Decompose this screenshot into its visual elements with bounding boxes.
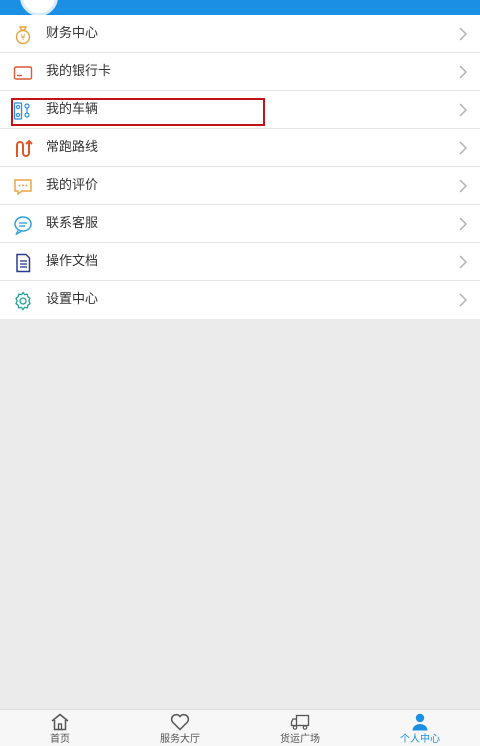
chevron-right-icon xyxy=(459,179,468,193)
svg-text:¥: ¥ xyxy=(20,33,25,42)
menu-item-label: 财务中心 xyxy=(46,26,99,41)
heart-icon xyxy=(170,713,190,731)
menu-item-frequent-routes[interactable]: 常跑路线 xyxy=(0,129,480,167)
home-icon xyxy=(51,713,69,731)
user-icon xyxy=(412,713,428,731)
tab-service-hall[interactable]: 服务大厅 xyxy=(120,710,240,746)
chevron-right-icon xyxy=(459,141,468,155)
tab-label: 服务大厅 xyxy=(160,734,200,745)
chevron-right-icon xyxy=(459,217,468,231)
chevron-right-icon xyxy=(459,255,468,269)
vehicle-icon xyxy=(12,100,34,122)
tab-freight-square[interactable]: 货运广场 xyxy=(240,710,360,746)
menu-item-my-reviews[interactable]: 我的评价 xyxy=(0,167,480,205)
chevron-right-icon xyxy=(459,27,468,41)
menu-item-bank-card[interactable]: 我的银行卡 xyxy=(0,53,480,91)
comment-icon xyxy=(12,176,34,198)
route-icon xyxy=(12,138,34,160)
menu-item-finance[interactable]: ¥ 财务中心 xyxy=(0,15,480,53)
tab-label: 个人中心 xyxy=(400,734,440,745)
menu-item-label: 常跑路线 xyxy=(46,140,99,155)
menu-item-label: 我的银行卡 xyxy=(46,64,112,79)
chevron-right-icon xyxy=(459,293,468,307)
money-bag-icon: ¥ xyxy=(12,24,34,46)
avatar[interactable] xyxy=(20,0,58,15)
chat-icon xyxy=(12,214,34,236)
menu-item-settings[interactable]: 设置中心 xyxy=(0,281,480,319)
menu-list: ¥ 财务中心 我的银行卡 我的车辆 常跑路线 我的评价 联系客服 操作文档 设置… xyxy=(0,15,480,319)
tab-label: 首页 xyxy=(50,734,70,745)
tab-home[interactable]: 首页 xyxy=(0,710,120,746)
gear-icon xyxy=(12,290,34,312)
bottom-tab-bar: 首页 服务大厅 货运广场 个人中心 xyxy=(0,709,480,746)
tab-personal-center[interactable]: 个人中心 xyxy=(360,710,480,746)
bank-card-icon xyxy=(12,62,34,84)
document-icon xyxy=(12,252,34,274)
menu-item-label: 联系客服 xyxy=(46,216,99,231)
menu-item-label: 我的评价 xyxy=(46,178,99,193)
menu-item-label: 设置中心 xyxy=(46,292,99,307)
tab-label: 货运广场 xyxy=(280,734,320,745)
menu-item-documentation[interactable]: 操作文档 xyxy=(0,243,480,281)
menu-item-label: 操作文档 xyxy=(46,254,99,269)
profile-header xyxy=(0,0,480,15)
chevron-right-icon xyxy=(459,103,468,117)
menu-item-my-vehicles[interactable]: 我的车辆 xyxy=(0,91,480,129)
truck-icon xyxy=(290,714,310,730)
chevron-right-icon xyxy=(459,65,468,79)
menu-item-customer-service[interactable]: 联系客服 xyxy=(0,205,480,243)
menu-item-label: 我的车辆 xyxy=(46,102,99,117)
